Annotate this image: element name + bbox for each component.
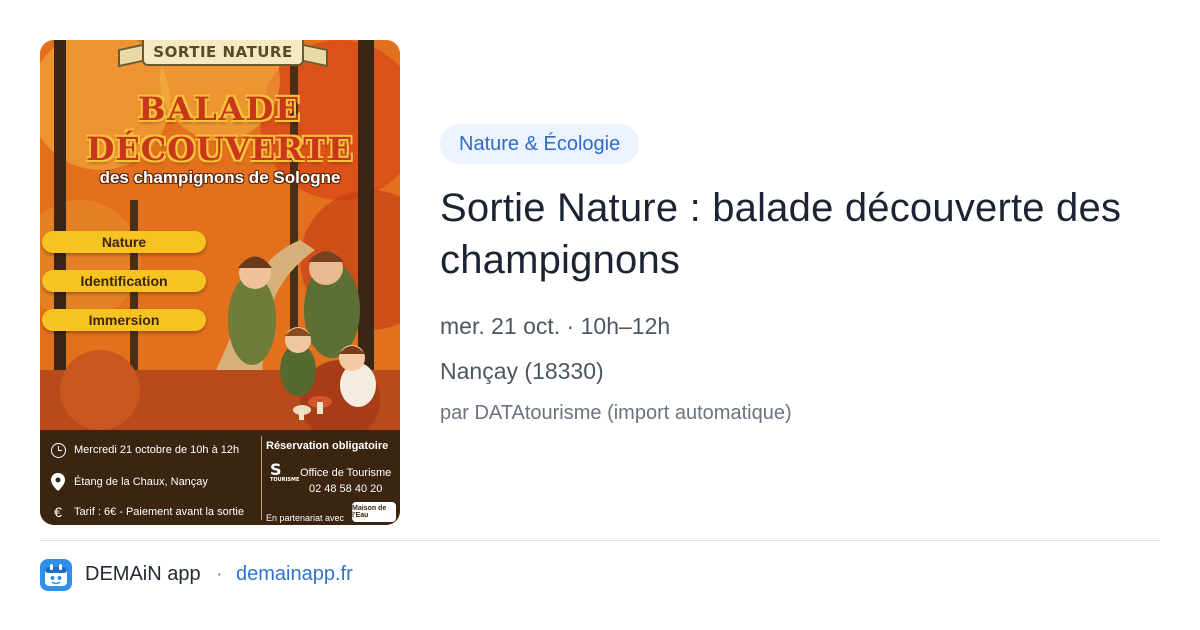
poster-banner: SORTIE NATURE xyxy=(142,40,304,66)
partner-logo: Maison de l'Eau xyxy=(352,502,396,522)
event-title[interactable]: Sortie Nature : balade découverte des ch… xyxy=(440,182,1160,286)
app-domain-link[interactable]: demainapp.fr xyxy=(236,563,353,586)
poster-office-phone: 02 48 58 40 20 xyxy=(308,483,383,495)
poster-place: Étang de la Chaux, Nançay xyxy=(74,476,208,488)
euro-icon: € xyxy=(54,504,62,520)
footer-divider xyxy=(40,540,1160,541)
poster-footer-divider xyxy=(261,436,262,520)
poster-title-line1: BALADE xyxy=(138,90,302,128)
tourism-logo: S TOURISME xyxy=(270,460,299,483)
poster-subtitle: des champignons de Sologne xyxy=(99,168,341,187)
poster-office-name: Office de Tourisme xyxy=(300,467,392,479)
location-pin-icon xyxy=(50,473,66,491)
footer-separator: · xyxy=(216,563,223,585)
poster-pill-immersion: Immersion xyxy=(42,309,206,331)
poster-pill-identification: Identification xyxy=(42,270,206,292)
calendar-app-icon xyxy=(40,559,72,591)
clock-icon xyxy=(50,442,66,458)
poster-office: Office de Tourisme 02 48 58 40 20 xyxy=(300,465,391,497)
poster-partner: En partenariat avec xyxy=(266,513,345,523)
tourism-logo-text: TOURISME xyxy=(270,477,300,483)
event-source: par DATAtourisme (import automatique) xyxy=(440,402,792,424)
poster-tarif-row: € Tarif : 6€ - Paiement avant la sortie xyxy=(50,504,244,520)
poster-reservation: Réservation obligatoire xyxy=(266,440,389,452)
event-poster-image[interactable]: SORTIE NATURE BALADE DÉCOUVERTE des cham… xyxy=(40,40,400,525)
category-badge[interactable]: Nature & Écologie xyxy=(440,124,640,164)
poster-place-row: Étang de la Chaux, Nançay xyxy=(50,473,208,491)
poster-datetime: Mercredi 21 octobre de 10h à 12h xyxy=(74,444,240,456)
poster-datetime-row: Mercredi 21 octobre de 10h à 12h xyxy=(50,442,239,458)
poster-info-footer: Mercredi 21 octobre de 10h à 12h Étang d… xyxy=(40,430,400,525)
event-location: Nançay (18330) xyxy=(440,358,604,384)
app-name: DEMAiN app xyxy=(85,563,201,585)
event-date-time: mer. 21 oct. · 10h–12h xyxy=(440,313,671,339)
poster-title-line2: DÉCOUVERTE xyxy=(86,130,354,168)
poster-pill-nature: Nature xyxy=(42,231,206,253)
poster-tarif: Tarif : 6€ - Paiement avant la sortie xyxy=(74,506,244,518)
